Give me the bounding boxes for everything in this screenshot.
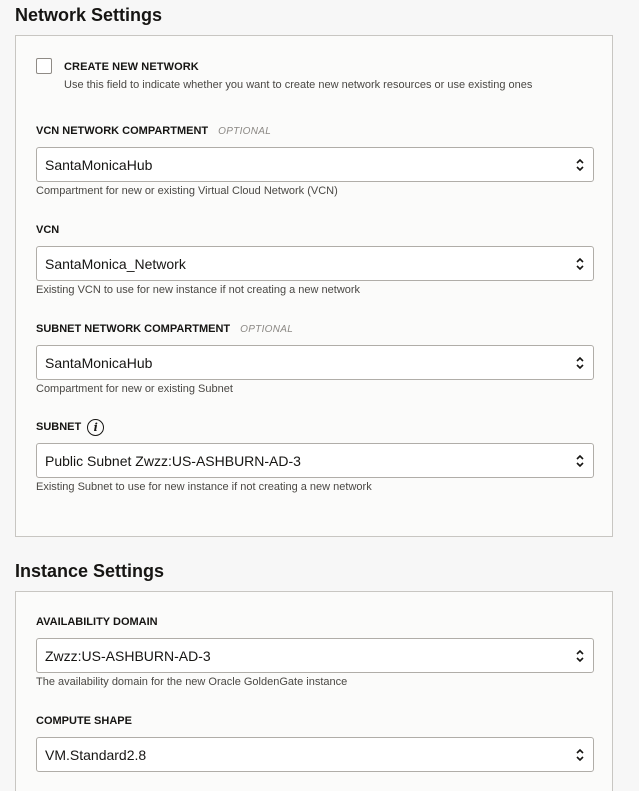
chevron-updown-icon [576, 748, 584, 761]
compute-shape-select[interactable]: VM.Standard2.8 [36, 737, 594, 772]
availability-domain-label: AVAILABILITY DOMAIN [36, 616, 158, 628]
compute-shape-value: VM.Standard2.8 [45, 746, 147, 763]
vcn-compartment-value: SantaMonicaHub [45, 156, 153, 173]
vcn-label: VCN [36, 224, 60, 236]
vcn-compartment-field: VCN NETWORK COMPARTMENT OPTIONAL SantaMo… [36, 122, 594, 198]
chevron-updown-icon [576, 257, 584, 270]
vcn-field: VCN SantaMonica_Network Existing VCN to … [36, 221, 594, 297]
subnet-compartment-helper: Compartment for new or existing Subnet [36, 383, 233, 395]
subnet-compartment-value: SantaMonicaHub [45, 354, 153, 371]
vcn-value: SantaMonica_Network [45, 255, 186, 272]
vcn-compartment-label: VCN NETWORK COMPARTMENT OPTIONAL [36, 122, 594, 140]
vcn-compartment-helper: Compartment for new or existing Virtual … [36, 185, 338, 197]
subnet-select[interactable]: Public Subnet Zwzz:US-ASHBURN-AD-3 [36, 443, 594, 478]
vcn-select[interactable]: SantaMonica_Network [36, 246, 594, 281]
subnet-compartment-select[interactable]: SantaMonicaHub [36, 345, 594, 380]
vcn-helper: Existing VCN to use for new instance if … [36, 284, 361, 296]
chevron-updown-icon [576, 356, 584, 369]
subnet-helper: Existing Subnet to use for new instance … [36, 481, 372, 493]
compute-shape-field: COMPUTE SHAPE VM.Standard2.8 [36, 712, 594, 772]
availability-domain-field: AVAILABILITY DOMAIN Zwzz:US-ASHBURN-AD-3… [36, 613, 594, 689]
subnet-compartment-field: SUBNET NETWORK COMPARTMENT OPTIONAL Sant… [36, 320, 594, 396]
availability-domain-value: Zwzz:US-ASHBURN-AD-3 [45, 647, 211, 664]
optional-tag: OPTIONAL [218, 125, 272, 137]
subnet-compartment-label-text: SUBNET NETWORK COMPARTMENT [36, 323, 231, 335]
availability-domain-helper: The availability domain for the new Orac… [36, 676, 348, 688]
availability-domain-select[interactable]: Zwzz:US-ASHBURN-AD-3 [36, 638, 594, 673]
chevron-updown-icon [576, 158, 584, 171]
subnet-value: Public Subnet Zwzz:US-ASHBURN-AD-3 [45, 452, 301, 469]
chevron-updown-icon [576, 454, 584, 467]
vcn-compartment-label-text: VCN NETWORK COMPARTMENT [36, 125, 209, 137]
optional-tag: OPTIONAL [240, 323, 294, 335]
subnet-label: SUBNET i [36, 418, 594, 436]
info-icon[interactable]: i [87, 418, 105, 436]
compute-shape-label: COMPUTE SHAPE [36, 715, 132, 727]
subnet-compartment-label: SUBNET NETWORK COMPARTMENT OPTIONAL [36, 320, 594, 338]
create-network-checkbox[interactable] [36, 58, 52, 74]
network-settings-title: Network Settings [15, 5, 163, 25]
create-network-label: CREATE NEW NETWORK [64, 61, 199, 73]
create-network-helper: Use this field to indicate whether you w… [64, 79, 533, 91]
subnet-field: SUBNET i Public Subnet Zwzz:US-ASHBURN-A… [36, 418, 594, 494]
vcn-compartment-select[interactable]: SantaMonicaHub [36, 147, 594, 182]
create-network-row: CREATE NEW NETWORK Use this field to ind… [36, 58, 532, 92]
chevron-updown-icon [576, 649, 584, 662]
instance-settings-panel: AVAILABILITY DOMAIN Zwzz:US-ASHBURN-AD-3… [15, 591, 613, 791]
instance-settings-title: Instance Settings [15, 561, 165, 581]
network-settings-panel: CREATE NEW NETWORK Use this field to ind… [15, 35, 613, 537]
subnet-label-text: SUBNET [36, 421, 82, 433]
